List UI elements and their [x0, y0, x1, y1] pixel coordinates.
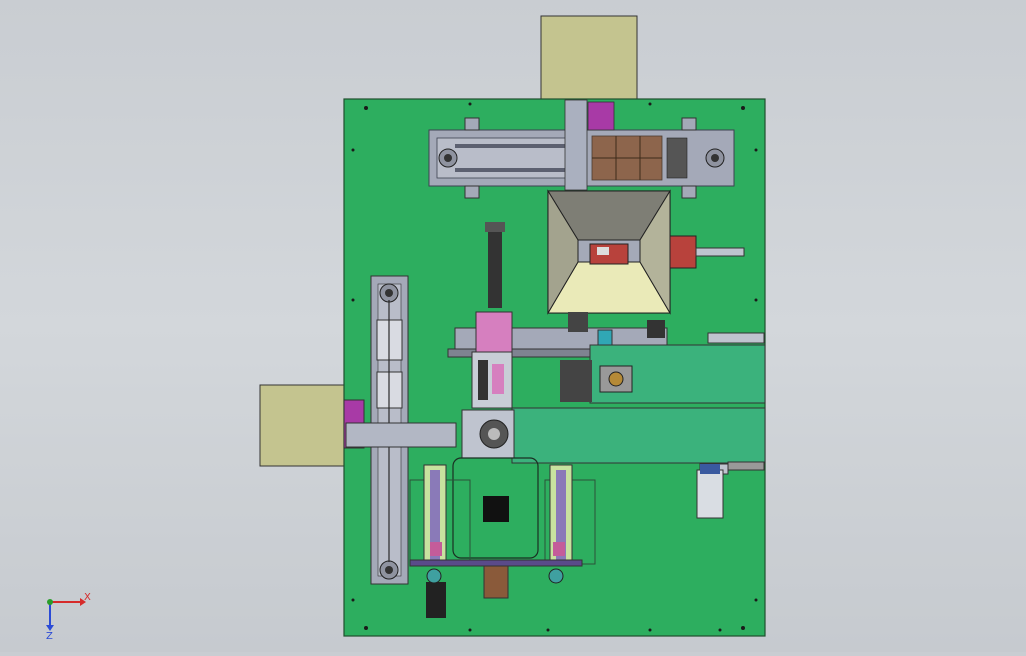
- cad-viewport[interactable]: X Z: [0, 0, 1026, 652]
- orientation-triad: X Z: [46, 592, 91, 642]
- assembly-model[interactable]: X Z: [0, 0, 1026, 652]
- triad-z-label: Z: [46, 631, 53, 642]
- top-feeder-block: [540, 15, 638, 101]
- triad-x-label: X: [84, 592, 91, 603]
- left-feeder-block: [259, 384, 347, 467]
